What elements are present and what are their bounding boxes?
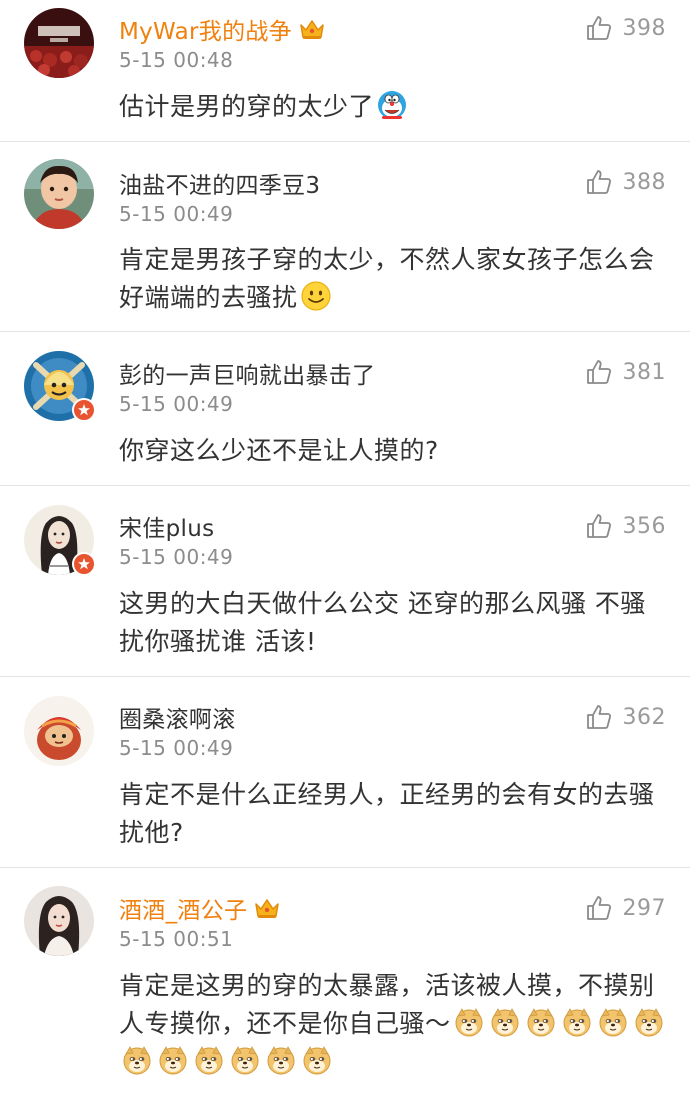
timestamp: 5-15 00:49: [119, 545, 234, 569]
verified-star-icon: [72, 552, 96, 576]
doge-emoji: [193, 1044, 225, 1076]
comment-item[interactable]: 宋佳plus 5-15 00:49 356 这男的大白天做什么公交 还穿的那么风…: [0, 486, 690, 676]
doge-emoji: [157, 1044, 189, 1076]
like-count: 356: [622, 513, 666, 539]
timestamp: 5-15 00:48: [119, 48, 234, 72]
timestamp: 5-15 00:49: [119, 736, 234, 760]
username[interactable]: 圈桑滚啊滚: [119, 700, 236, 734]
avatar[interactable]: [24, 696, 94, 766]
doge-emoji: [229, 1044, 261, 1076]
comment-text: 你穿这么少还不是让人摸的?: [119, 432, 667, 470]
like-button[interactable]: 398: [585, 12, 667, 44]
comment-text: 估计是男的穿的太少了: [119, 88, 667, 126]
timestamp: 5-15 00:49: [119, 392, 234, 416]
username[interactable]: 宋佳plus: [119, 509, 214, 543]
thumbs-up-icon: [585, 14, 613, 42]
comment-item[interactable]: 彭的一声巨响就出暴击了 5-15 00:49 381 你穿这么少还不是让人摸的?: [0, 332, 690, 485]
comment-text: 这男的大白天做什么公交 还穿的那么风骚 不骚扰你骚扰谁 活该!: [119, 585, 667, 661]
crown-icon: [253, 896, 281, 920]
like-count: 381: [622, 359, 666, 385]
comment-text: 肯定不是什么正经男人，正经男的会有女的去骚扰他?: [119, 776, 667, 852]
avatar[interactable]: [24, 159, 94, 229]
username[interactable]: 彭的一声巨响就出暴击了: [119, 356, 375, 390]
comment-text: 肯定是男孩子穿的太少，不然人家女孩子怎么会好端端的去骚扰: [119, 241, 667, 317]
comment-text-body: 估计是男的穿的太少了: [119, 92, 375, 121]
doge-emoji: [301, 1044, 333, 1076]
like-count: 362: [622, 704, 666, 730]
comment-item[interactable]: MyWar我的战争 5-15 00:48 398 估计是男的穿的太少了: [0, 0, 690, 142]
comment-item[interactable]: 酒酒_酒公子 5-15 00:51 297 肯定是这男的穿的太暴露，活该被人摸，…: [0, 868, 690, 1102]
smile-emoji: [300, 280, 332, 312]
comment-text-body: 肯定是男孩子穿的太少，不然人家女孩子怎么会好端端的去骚扰: [119, 245, 655, 312]
timestamp: 5-15 00:51: [119, 927, 234, 951]
name-row: MyWar我的战争: [119, 12, 326, 46]
doge-emoji: [489, 1006, 521, 1038]
like-count: 398: [622, 15, 666, 41]
name-row: 圈桑滚啊滚: [119, 700, 236, 734]
comment-text: 肯定是这男的穿的太暴露，活该被人摸，不摸别人专摸你，还不是你自己骚～: [119, 967, 679, 1081]
doge-emoji: [633, 1006, 665, 1038]
thumbs-up-icon: [585, 512, 613, 540]
like-count: 297: [622, 895, 666, 921]
avatar[interactable]: [24, 8, 94, 78]
doge-emoji: [525, 1006, 557, 1038]
username[interactable]: 酒酒_酒公子: [119, 891, 247, 925]
username[interactable]: MyWar我的战争: [119, 12, 292, 46]
like-button[interactable]: 388: [585, 166, 667, 198]
like-button[interactable]: 356: [585, 510, 667, 542]
thumbs-up-icon: [585, 703, 613, 731]
doge-emoji: [561, 1006, 593, 1038]
crown-icon: [298, 17, 326, 41]
comment-text-body: 肯定不是什么正经男人，正经男的会有女的去骚扰他?: [119, 780, 655, 847]
comment-text-body: 这男的大白天做什么公交 还穿的那么风骚 不骚扰你骚扰谁 活该!: [119, 589, 646, 656]
comment-text-body: 你穿这么少还不是让人摸的?: [119, 436, 439, 465]
name-row: 油盐不进的四季豆3: [119, 166, 320, 200]
thumbs-up-icon: [585, 358, 613, 386]
doge-emoji: [121, 1044, 153, 1076]
thumbs-up-icon: [585, 168, 613, 196]
like-button[interactable]: 297: [585, 892, 667, 924]
doraemon-emoji: [376, 89, 408, 121]
username[interactable]: 油盐不进的四季豆3: [119, 166, 320, 200]
comment-item[interactable]: 圈桑滚啊滚 5-15 00:49 362 肯定不是什么正经男人，正经男的会有女的…: [0, 677, 690, 867]
doge-emoji: [597, 1006, 629, 1038]
name-row: 宋佳plus: [119, 509, 214, 543]
like-button[interactable]: 381: [585, 356, 667, 388]
like-count: 388: [622, 169, 666, 195]
like-button[interactable]: 362: [585, 701, 667, 733]
avatar[interactable]: [24, 886, 94, 956]
name-row: 彭的一声巨响就出暴击了: [119, 356, 375, 390]
verified-star-icon: [72, 398, 96, 422]
timestamp: 5-15 00:49: [119, 202, 234, 226]
doge-emoji: [453, 1006, 485, 1038]
doge-emoji: [265, 1044, 297, 1076]
comment-item[interactable]: 油盐不进的四季豆3 5-15 00:49 388 肯定是男孩子穿的太少，不然人家…: [0, 142, 690, 332]
thumbs-up-icon: [585, 894, 613, 922]
name-row: 酒酒_酒公子: [119, 891, 281, 925]
